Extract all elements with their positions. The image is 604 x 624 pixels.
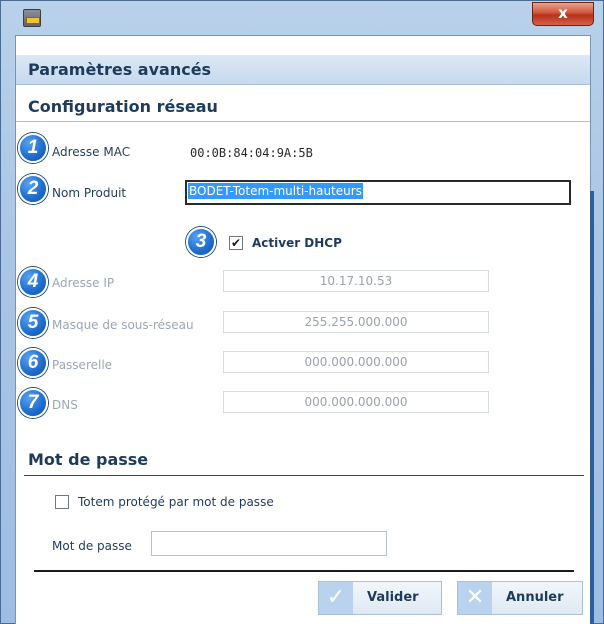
mask-value: 255.255.000.000 bbox=[304, 315, 408, 329]
ip-label: Adresse IP bbox=[52, 276, 115, 290]
dns-input[interactable]: 000.000.000.000 bbox=[223, 391, 489, 413]
dhcp-label[interactable]: Activer DHCP bbox=[252, 236, 342, 250]
password-protect-label[interactable]: Totem protégé par mot de passe bbox=[78, 495, 274, 509]
product-name-input[interactable]: BODET-Totem-multi-hauteurs bbox=[185, 180, 571, 205]
password-label: Mot de passe bbox=[52, 539, 132, 553]
section-divider bbox=[24, 475, 584, 476]
footer-divider bbox=[34, 570, 574, 572]
dhcp-checkbox[interactable]: ✔ bbox=[229, 236, 243, 250]
badge-3: 3 bbox=[186, 227, 216, 257]
page-title: Paramètres avancés bbox=[16, 55, 590, 85]
title-bar[interactable]: x bbox=[1, 1, 603, 35]
close-button[interactable]: x bbox=[532, 2, 594, 26]
badge-5: 5 bbox=[18, 308, 48, 338]
app-icon bbox=[23, 9, 41, 27]
mac-label: Adresse MAC bbox=[52, 145, 131, 159]
check-icon: ✓ bbox=[319, 582, 353, 614]
dns-label: DNS bbox=[52, 398, 78, 412]
password-section-heading: Mot de passe bbox=[16, 445, 590, 475]
validate-label: Valider bbox=[367, 590, 419, 605]
mask-input[interactable]: 255.255.000.000 bbox=[223, 311, 489, 333]
password-protect-checkbox[interactable] bbox=[55, 495, 69, 509]
ip-value: 10.17.10.53 bbox=[319, 274, 393, 288]
dialog-content: Paramètres avancés Configuration réseau … bbox=[15, 35, 591, 624]
gateway-value: 000.000.000.000 bbox=[304, 355, 408, 369]
badge-2: 2 bbox=[18, 174, 48, 204]
gateway-input[interactable]: 000.000.000.000 bbox=[223, 351, 489, 373]
dialog-window: x Paramètres avancés Configuration résea… bbox=[0, 0, 604, 624]
scrollbar-strip[interactable] bbox=[590, 191, 594, 624]
badge-1: 1 bbox=[18, 133, 48, 163]
password-input[interactable] bbox=[151, 531, 387, 556]
product-name-value: BODET-Totem-multi-hauteurs bbox=[188, 183, 363, 199]
badge-6: 6 bbox=[18, 348, 48, 378]
mask-label: Masque de sous-réseau bbox=[52, 318, 194, 332]
badge-4: 4 bbox=[18, 267, 48, 297]
mac-value: 00:0B:84:04:9A:5B bbox=[190, 146, 313, 160]
product-name-label: Nom Produit bbox=[52, 186, 127, 200]
cancel-button[interactable]: ✕ Annuler bbox=[457, 581, 583, 615]
cross-icon: ✕ bbox=[458, 582, 492, 614]
ip-input[interactable]: 10.17.10.53 bbox=[223, 270, 489, 292]
network-section-heading: Configuration réseau bbox=[16, 92, 590, 122]
gateway-label: Passerelle bbox=[52, 358, 113, 372]
cancel-label: Annuler bbox=[506, 590, 564, 605]
validate-button[interactable]: ✓ Valider bbox=[318, 581, 442, 615]
dns-value: 000.000.000.000 bbox=[304, 395, 408, 409]
badge-7: 7 bbox=[18, 388, 48, 418]
